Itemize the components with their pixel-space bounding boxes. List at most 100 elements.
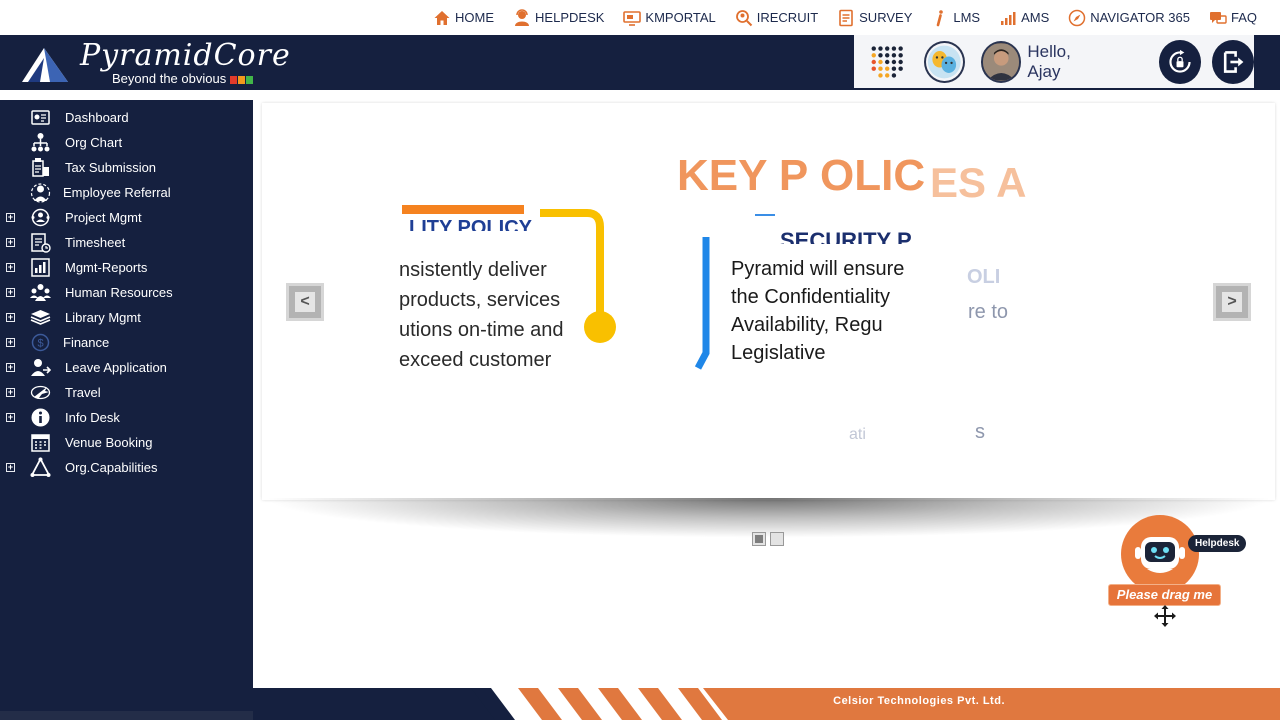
logout-button[interactable] xyxy=(1211,39,1254,84)
sidebar-item-label: Employee Referral xyxy=(63,185,171,200)
sidebar-item-dashboard[interactable]: Dashboard xyxy=(0,105,253,130)
drag-label: Please drag me xyxy=(1108,584,1221,606)
topnav-label: FAQ xyxy=(1230,10,1257,25)
quality-policy-title: LITY POLICY xyxy=(409,217,532,231)
faded-text: OLI xyxy=(967,266,1001,288)
expand-icon[interactable]: + xyxy=(6,213,15,222)
topnav-survey[interactable]: SURVEY xyxy=(837,9,912,27)
quality-line: exceed customer xyxy=(399,349,552,371)
expand-icon[interactable]: + xyxy=(6,238,15,247)
expand-icon[interactable]: + xyxy=(6,363,15,372)
topnav-lms[interactable]: LMS xyxy=(931,9,980,27)
logout-icon xyxy=(1223,50,1244,73)
theatre-masks-icon[interactable] xyxy=(924,40,965,83)
home-icon xyxy=(433,9,451,27)
user-avatar[interactable] xyxy=(980,40,1022,83)
expand-icon[interactable]: + xyxy=(6,388,15,397)
expand-icon[interactable]: + xyxy=(6,338,15,347)
top-navigation: HOME HELPDESK KMPORTAL IRECRUIT SURVEY L… xyxy=(0,0,1280,35)
refresh-lock-icon xyxy=(1169,49,1191,73)
capabilities-icon xyxy=(29,457,51,479)
faded-text: ati xyxy=(849,426,866,443)
sidebar-item-label: Mgmt-Reports xyxy=(65,260,148,275)
reports-icon xyxy=(29,257,51,279)
expand-icon[interactable]: + xyxy=(6,263,15,272)
org-chart-icon xyxy=(29,132,51,154)
quality-line: utions on-time and xyxy=(399,319,564,341)
carousel-prev-button[interactable]: < xyxy=(286,283,324,321)
sidebar-item-org-chart[interactable]: Org Chart xyxy=(0,130,253,155)
bot-bubble: Helpdesk xyxy=(1188,535,1247,552)
move-icon[interactable] xyxy=(1153,604,1177,628)
sidebar-item-employee-referral[interactable]: Employee Referral xyxy=(0,180,253,205)
footer: Celsior Technologies Pvt. Ltd. xyxy=(253,688,1280,720)
bot-avatar[interactable] xyxy=(1121,515,1199,593)
sidebar-item-tax-submission[interactable]: Tax Submission xyxy=(0,155,253,180)
topnav-navigator[interactable]: NAVIGATOR 365 xyxy=(1068,9,1190,27)
refresh-button[interactable] xyxy=(1158,39,1201,84)
security-policy-text: Pyramid will ensure the Confidentiality … xyxy=(731,255,927,370)
sidebar-item-finance[interactable]: + $ Finance xyxy=(0,330,253,355)
sidebar-item-venue-booking[interactable]: Venue Booking xyxy=(0,430,253,455)
sidebar-scrollbar[interactable] xyxy=(0,711,253,720)
helpdesk-bot[interactable]: Helpdesk Please drag me xyxy=(1108,515,1248,630)
footer-stripes xyxy=(471,688,1280,720)
topnav-home[interactable]: HOME xyxy=(433,9,494,27)
footer-company: Celsior Technologies Pvt. Ltd. xyxy=(833,695,1005,707)
expand-icon[interactable]: + xyxy=(6,413,15,422)
topnav-kmportal[interactable]: KMPORTAL xyxy=(623,9,716,27)
security-line: Legislative requiremen xyxy=(731,342,826,364)
faq-icon xyxy=(1209,9,1227,27)
topnav-label: IRECRUIT xyxy=(756,10,819,25)
sidebar-item-label: Org Chart xyxy=(65,135,123,150)
faded-text: re to xyxy=(968,301,1009,323)
sidebar-item-human-resources[interactable]: + Human Resources xyxy=(0,280,253,305)
hr-icon xyxy=(29,282,51,304)
topnav-label: SURVEY xyxy=(859,10,913,25)
helpdesk-icon xyxy=(513,8,531,27)
topnav-label: HELPDESK xyxy=(535,10,605,25)
security-line: the Confidentiality xyxy=(731,286,890,308)
sidebar-item-library-mgmt[interactable]: + Library Mgmt xyxy=(0,305,253,330)
expand-icon[interactable]: + xyxy=(6,313,15,322)
expand-icon[interactable]: + xyxy=(6,463,15,472)
brand-logo[interactable]: PyramidCore Beyond the obvious xyxy=(16,38,290,88)
security-line: Availability, Regu xyxy=(731,314,883,336)
leave-icon xyxy=(29,357,51,379)
topnav-label: KMPORTAL xyxy=(645,10,716,25)
quality-line: products, services xyxy=(399,289,561,311)
carousel-dot-1[interactable] xyxy=(752,532,766,546)
sidebar-item-label: Tax Submission xyxy=(65,160,157,175)
logo-text: PyramidCore Beyond the obvious xyxy=(80,38,290,88)
robot-icon xyxy=(1135,537,1185,573)
apps-grid-icon[interactable] xyxy=(868,42,906,82)
lms-icon xyxy=(931,9,949,27)
topnav-faq[interactable]: FAQ xyxy=(1209,9,1257,27)
sidebar-item-project-mgmt[interactable]: + Project Mgmt xyxy=(0,205,253,230)
sidebar-item-label: Timesheet xyxy=(65,235,126,250)
faded-text: s xyxy=(975,421,985,443)
topnav-irecruit[interactable]: IRECRUIT xyxy=(735,9,818,27)
sidebar-item-label: Project Mgmt xyxy=(65,210,142,225)
sidebar-item-timesheet[interactable]: + Timesheet xyxy=(0,230,253,255)
kmportal-icon xyxy=(623,9,642,27)
topnav-helpdesk[interactable]: HELPDESK xyxy=(513,8,605,27)
sidebar-item-label: Info Desk xyxy=(65,410,120,425)
carousel-next-button[interactable]: > xyxy=(1213,283,1251,321)
security-frame-graphic xyxy=(694,237,710,370)
chevron-left-icon: < xyxy=(295,292,315,312)
sidebar-item-leave-application[interactable]: + Leave Application xyxy=(0,355,253,380)
sidebar-item-info-desk[interactable]: + Info Desk xyxy=(0,405,253,430)
library-icon xyxy=(29,307,51,329)
slide-heading-right: ES A xyxy=(930,159,1027,206)
topnav-ams[interactable]: AMS xyxy=(999,9,1049,27)
security-line: Pyramid will ensure xyxy=(731,258,905,280)
carousel-dot-2[interactable] xyxy=(770,532,784,546)
irecruit-icon xyxy=(735,9,753,27)
sidebar-item-mgmt-reports[interactable]: + Mgmt-Reports xyxy=(0,255,253,280)
sidebar-item-org-capabilities[interactable]: + Org.Capabilities xyxy=(0,455,253,480)
sidebar: Dashboard Org Chart Tax Submission Employee… xyxy=(0,100,253,720)
sidebar-item-travel[interactable]: + Travel xyxy=(0,380,253,405)
pyramid-logo-icon xyxy=(16,40,76,86)
expand-icon[interactable]: + xyxy=(6,288,15,297)
